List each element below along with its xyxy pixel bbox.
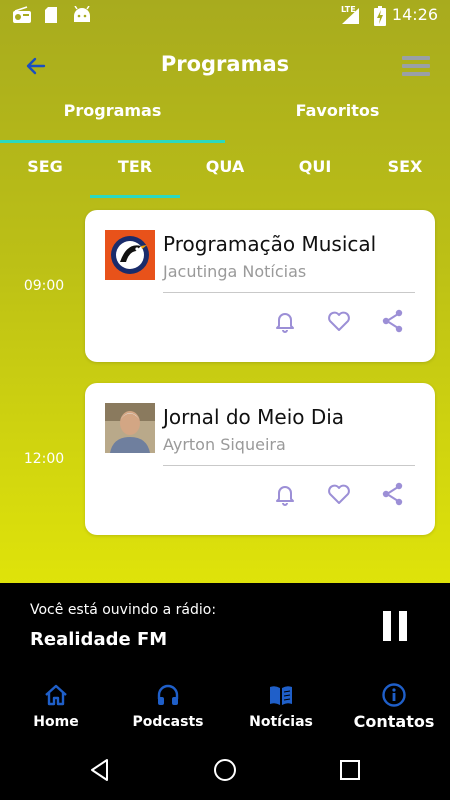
now-playing-bar: Você está ouvindo a rádio: Realidade FM [0,583,450,673]
heart-icon[interactable] [325,307,353,335]
tab-favoritos[interactable]: Favoritos [225,101,450,120]
card-divider [163,465,415,466]
android-icon [74,6,90,22]
clock: 14:26 [391,5,438,24]
program-host: Ayrton Siqueira [163,435,286,454]
program-title: Jornal do Meio Dia [163,405,345,429]
program-card[interactable]: Jornal do Meio Dia Ayrton Siqueira [85,383,435,535]
schedule-time: 09:00 [23,278,65,294]
system-back-icon[interactable] [87,757,113,783]
nav-home[interactable]: Home [0,673,112,740]
share-icon[interactable] [379,307,407,335]
pause-icon[interactable] [377,608,413,644]
radio-icon [13,6,31,23]
day-tab-ter[interactable]: TER [90,157,180,176]
bell-icon[interactable] [271,307,299,335]
card-divider [163,292,415,293]
heart-icon[interactable] [325,480,353,508]
status-bar: LTE 14:26 [0,0,450,30]
headphones-icon [157,684,179,705]
schedule-time: 12:00 [23,451,65,467]
program-title: Programação Musical [163,232,377,256]
bottom-navigation: Home Podcasts Notícias Contatos [0,673,450,740]
nav-contatos[interactable]: Contatos [338,673,450,740]
nav-label: Notícias [249,714,313,730]
system-navigation-bar [0,740,450,800]
nav-label: Home [33,714,79,730]
now-playing-caption: Você está ouvindo a rádio: [30,602,217,618]
sd-card-icon [45,7,57,23]
nav-label: Podcasts [132,714,204,730]
station-logo-image [105,230,155,280]
home-icon [45,684,67,706]
day-tab-qui[interactable]: QUI [270,157,360,176]
day-tab-sex[interactable]: SEX [360,157,450,176]
nav-podcasts[interactable]: Podcasts [112,673,224,740]
day-tab-seg[interactable]: SEG [0,157,90,176]
hamburger-menu-icon[interactable] [400,52,432,80]
system-recents-icon[interactable] [337,757,363,783]
book-icon [270,686,292,705]
program-card[interactable]: Programação Musical Jacutinga Notícias [85,210,435,362]
bell-icon[interactable] [271,480,299,508]
day-tab-qua[interactable]: QUA [180,157,270,176]
info-icon [382,683,406,707]
share-icon[interactable] [379,480,407,508]
page-title: Programas [160,52,290,76]
program-host: Jacutinga Notícias [163,262,307,281]
nav-label: Contatos [353,712,435,731]
nav-noticias[interactable]: Notícias [225,673,337,740]
signal-icon [342,8,359,24]
station-name: Realidade FM [30,629,168,650]
host-photo-image [105,403,155,453]
system-home-icon[interactable] [212,757,238,783]
active-day-indicator [90,195,180,198]
tab-programas[interactable]: Programas [0,101,225,120]
active-tab-indicator [0,140,225,143]
battery-charging-icon [374,6,386,26]
